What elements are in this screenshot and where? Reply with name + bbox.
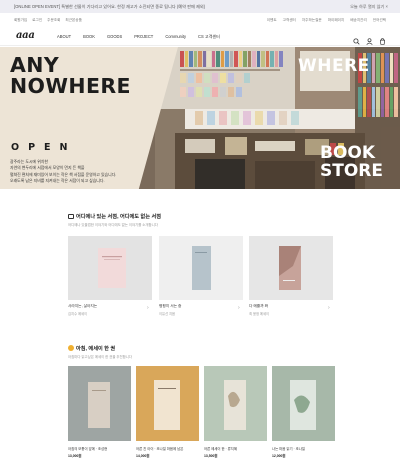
essay-3-price: 13,500원 [204,454,218,458]
nav-icon-group [353,32,386,45]
util-link-mypage[interactable]: 마이페이지 [328,18,345,23]
product-card-3[interactable] [249,236,333,300]
section2-title-text: 아침, 에세이 한 권 [76,346,116,352]
hero-headline-line2: NOWHERE [10,74,131,98]
announcement-close-button[interactable]: 오늘 하루 열지 않기 × [350,4,388,10]
essay-1-title[interactable]: 아침의 모퉁이 앞에 · 조성현 [68,446,107,451]
util-link-login[interactable]: 로그인 [32,18,42,23]
essay-4-title[interactable]: 나는 마음 읽기 · 조나일 [272,446,305,451]
essay-2-price: 14,000원 [136,454,150,458]
announcement-text[interactable]: [ONLINE OPEN EVENT] 특별한 선물이 기다리고 있어요. 한정… [14,4,205,10]
essay-3-image [204,366,267,441]
product-1-image [68,236,152,300]
essay-card-2[interactable] [136,366,199,441]
chevron-right-icon[interactable]: › [328,305,330,311]
main-nav: aaa ABOUT BOOK GOODS PROJECT Community C… [0,26,400,46]
section1-title-text: 어디에나 있는 서점, 어디에도 없는 서점 [76,214,162,220]
product-1-title[interactable]: 사라지는, 살아지는 [68,304,97,309]
essay-4-image [272,366,335,441]
hero-where-text: WHERE [298,56,370,76]
book-icon [68,214,74,219]
utility-bar: 회원가입 로그인 주문조회 최근본상품 이벤트 고객센터 자주하는질문 마이페이… [0,14,400,26]
nav-item-community[interactable]: Community [165,34,186,40]
hero-headline: ANY NOWHERE [10,55,131,97]
essay-card-4[interactable] [272,366,335,441]
hero-book-word: BOOK [320,143,376,163]
hero-description-line: 오래도록 남은 지비를 지켜내는 작은 서점이 되고 싶습니다. [10,178,105,184]
nav-item-book[interactable]: BOOK [83,34,95,40]
product-2-image [159,236,243,300]
util-link-recent[interactable]: 최근본상품 [65,18,82,23]
essay-card-3[interactable] [204,366,267,441]
util-link-faq[interactable]: 자주하는질문 [302,18,322,23]
essay-3-title[interactable]: 어른 에세이 한 · 류지혜 [204,446,237,451]
site-logo[interactable]: aaa [16,30,35,41]
util-link-cs[interactable]: 고객센터 [283,18,296,23]
hero-open-text: OPEN [11,142,77,153]
product-3-title[interactable]: 다 예쁠까 봐 [249,304,268,309]
section2-title: 아침, 에세이 한 권 [68,345,115,352]
section2-subtitle: 아침마다 읽고싶은 에세이 한 권을 추천합니다 [68,355,132,359]
hero-description: 광주라는 도시에 위치한 자연의 변두리에 서점에서 모양이 먼지 든 책을 펼… [10,159,160,185]
product-card-1[interactable] [68,236,152,300]
essay-card-1[interactable] [68,366,131,441]
product-2-author: 이유선 지음 [159,312,176,316]
cart-icon[interactable] [379,32,386,45]
nav-menu: ABOUT BOOK GOODS PROJECT Community CS 고객… [57,34,232,40]
section1-title: 어디에나 있는 서점, 어디에도 없는 서점 [68,213,161,220]
util-link-signup[interactable]: 회원가입 [14,18,27,23]
nav-item-cs[interactable]: CS 고객센터 [198,34,220,40]
essay-1-image [68,366,131,441]
nav-item-about[interactable]: ABOUT [57,34,71,40]
product-3-image [249,236,333,300]
user-icon[interactable] [366,32,373,45]
util-link-orders[interactable]: 주문조회 [47,18,60,23]
util-link-language[interactable]: 언어선택 [373,18,386,23]
chevron-right-icon[interactable]: › [147,305,149,311]
hero-store-word: STORE [320,161,383,181]
section1-subtitle: 어디에나 있을법한 이야기와 어디에도 없는 이야기를 소개합니다 [68,223,158,227]
essay-2-image [136,366,199,441]
nav-item-goods[interactable]: GOODS [107,34,122,40]
hero-banner[interactable]: ANY NOWHERE WHERE OPEN 광주라는 도시에 위치한 자연의 … [0,47,400,189]
chevron-right-icon[interactable]: › [238,305,240,311]
nav-item-project[interactable]: PROJECT [134,34,153,40]
search-icon[interactable] [353,32,360,45]
product-2-title[interactable]: 평평히 서는 중 [159,304,181,309]
essay-2-title[interactable]: 어른 친 아이 · 조나일 마음에 남은 [136,446,183,451]
announcement-bar: [ONLINE OPEN EVENT] 특별한 선물이 기다리고 있어요. 한정… [0,0,400,13]
essay-4-price: 12,000원 [272,454,286,458]
product-3-author: 최 윤정 에세이 [249,312,270,316]
essay-1-price: 13,000원 [68,454,82,458]
product-1-author: 김지수 에세이 [68,312,88,316]
util-link-address[interactable]: 배송지관리 [350,18,367,23]
util-link-event[interactable]: 이벤트 [267,18,277,23]
product-card-2[interactable] [159,236,243,300]
hero-bookstore-text: BOOK STORE [320,144,383,180]
sun-icon [68,345,74,351]
hero-headline-line1: ANY [10,53,60,77]
